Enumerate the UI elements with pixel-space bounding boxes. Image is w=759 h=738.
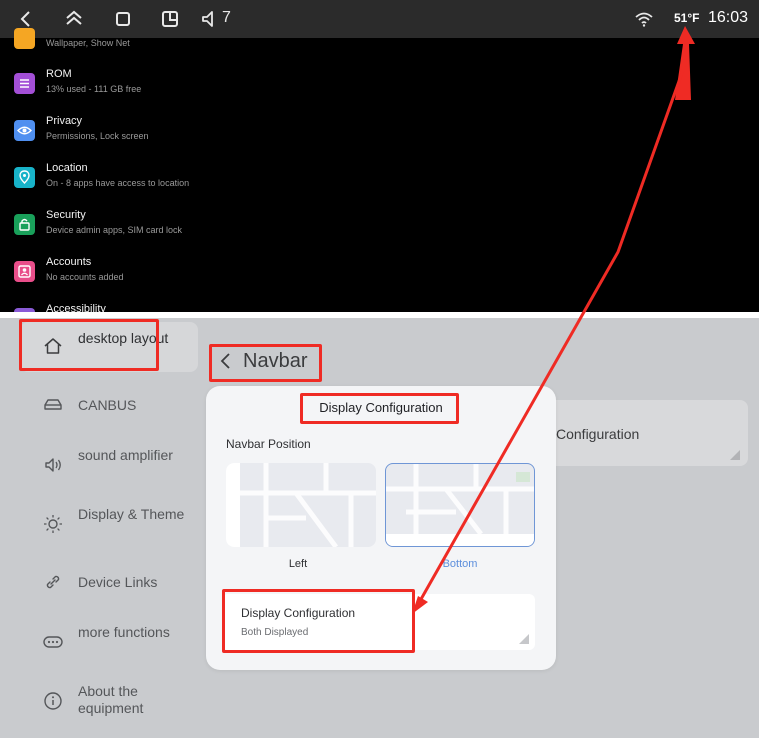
settings-item-subtitle: On - 8 apps have access to location [46,178,190,188]
configuration-card-label: Configuration [556,426,640,442]
sidebar-item-display-theme[interactable]: Display & Theme [20,499,198,549]
settings-item-subtitle: Wallpaper, Show Net [46,38,130,48]
settings-item-title: ROM [46,68,72,80]
settings-item-rom[interactable]: ROM 13% used - 111 GB free [0,68,759,112]
car-settings-screen: desktop layout CANBUS sound amplifier Di… [0,318,759,738]
sidebar-item-label: more functions [78,624,170,640]
sidebar-item-canbus[interactable]: CANBUS [20,381,198,431]
sidebar-item-label: Display & Theme [78,506,185,522]
settings-item-location[interactable]: Location On - 8 apps have access to loca… [0,162,759,206]
sidebar-item-label: CANBUS [78,397,137,413]
sidebar-item-label: Device Links [78,574,158,590]
sidebar-item-label: sound amplifier [78,447,173,463]
navbar-position-label: Navbar Position [226,437,311,451]
navbar-option-left-label: Left [288,558,308,570]
navbar-option-bottom-label: Bottom [442,558,478,570]
settings-item-display[interactable]: Wallpaper, Show Net [0,22,759,66]
annotation-box-display-configuration [222,589,415,653]
speaker-icon [42,454,64,476]
security-icon [14,214,35,235]
sidebar-item-device-links[interactable]: Device Links [20,558,198,608]
configuration-card[interactable]: Configuration [528,400,748,466]
sidebar-item-label: About the equipment [78,683,144,716]
settings-item-accounts[interactable]: Accounts No accounts added [0,256,759,300]
more-icon [42,631,64,653]
brightness-icon [42,513,64,535]
settings-item-subtitle: Device admin apps, SIM card lock [46,225,183,235]
settings-screen: 7 51°F 16:03 Wallpaper, Show Net ROM 13%… [0,0,759,312]
map-preview-bottom [386,464,534,546]
privacy-icon [14,120,35,141]
display-icon [14,28,35,49]
sidebar-item-sound-amplifier[interactable]: sound amplifier [20,440,198,490]
link-icon [42,571,64,593]
navbar-option-bottom[interactable] [385,463,535,547]
info-icon [42,690,64,712]
settings-item-accessibility[interactable]: Accessibility [0,303,759,312]
sidebar-item-about[interactable]: About the equipment [20,676,198,726]
settings-item-title: Accessibility [46,303,106,312]
settings-item-title: Privacy [46,115,83,127]
map-preview-left [226,463,376,547]
settings-item-subtitle: Permissions, Lock screen [46,131,149,141]
navbar-option-left[interactable] [226,463,376,547]
settings-item-title: Accounts [46,256,92,268]
accounts-icon [14,261,35,282]
settings-item-subtitle: 13% used - 111 GB free [46,84,142,94]
settings-item-title: Location [46,162,88,174]
corner-arrow-icon [519,634,529,644]
storage-icon [14,73,35,94]
settings-item-security[interactable]: Security Device admin apps, SIM card loc… [0,209,759,253]
settings-item-subtitle: No accounts added [46,272,124,282]
sidebar-item-more-functions[interactable]: more functions [20,617,198,667]
annotation-box-dialog-title [300,393,459,424]
location-icon [14,167,35,188]
settings-item-privacy[interactable]: Privacy Permissions, Lock screen [0,115,759,159]
corner-arrow-icon [730,450,740,460]
car-icon [42,394,64,416]
annotation-box-desktop-layout [19,319,159,371]
settings-item-title: Security [46,209,86,221]
annotation-box-navbar [209,344,322,382]
